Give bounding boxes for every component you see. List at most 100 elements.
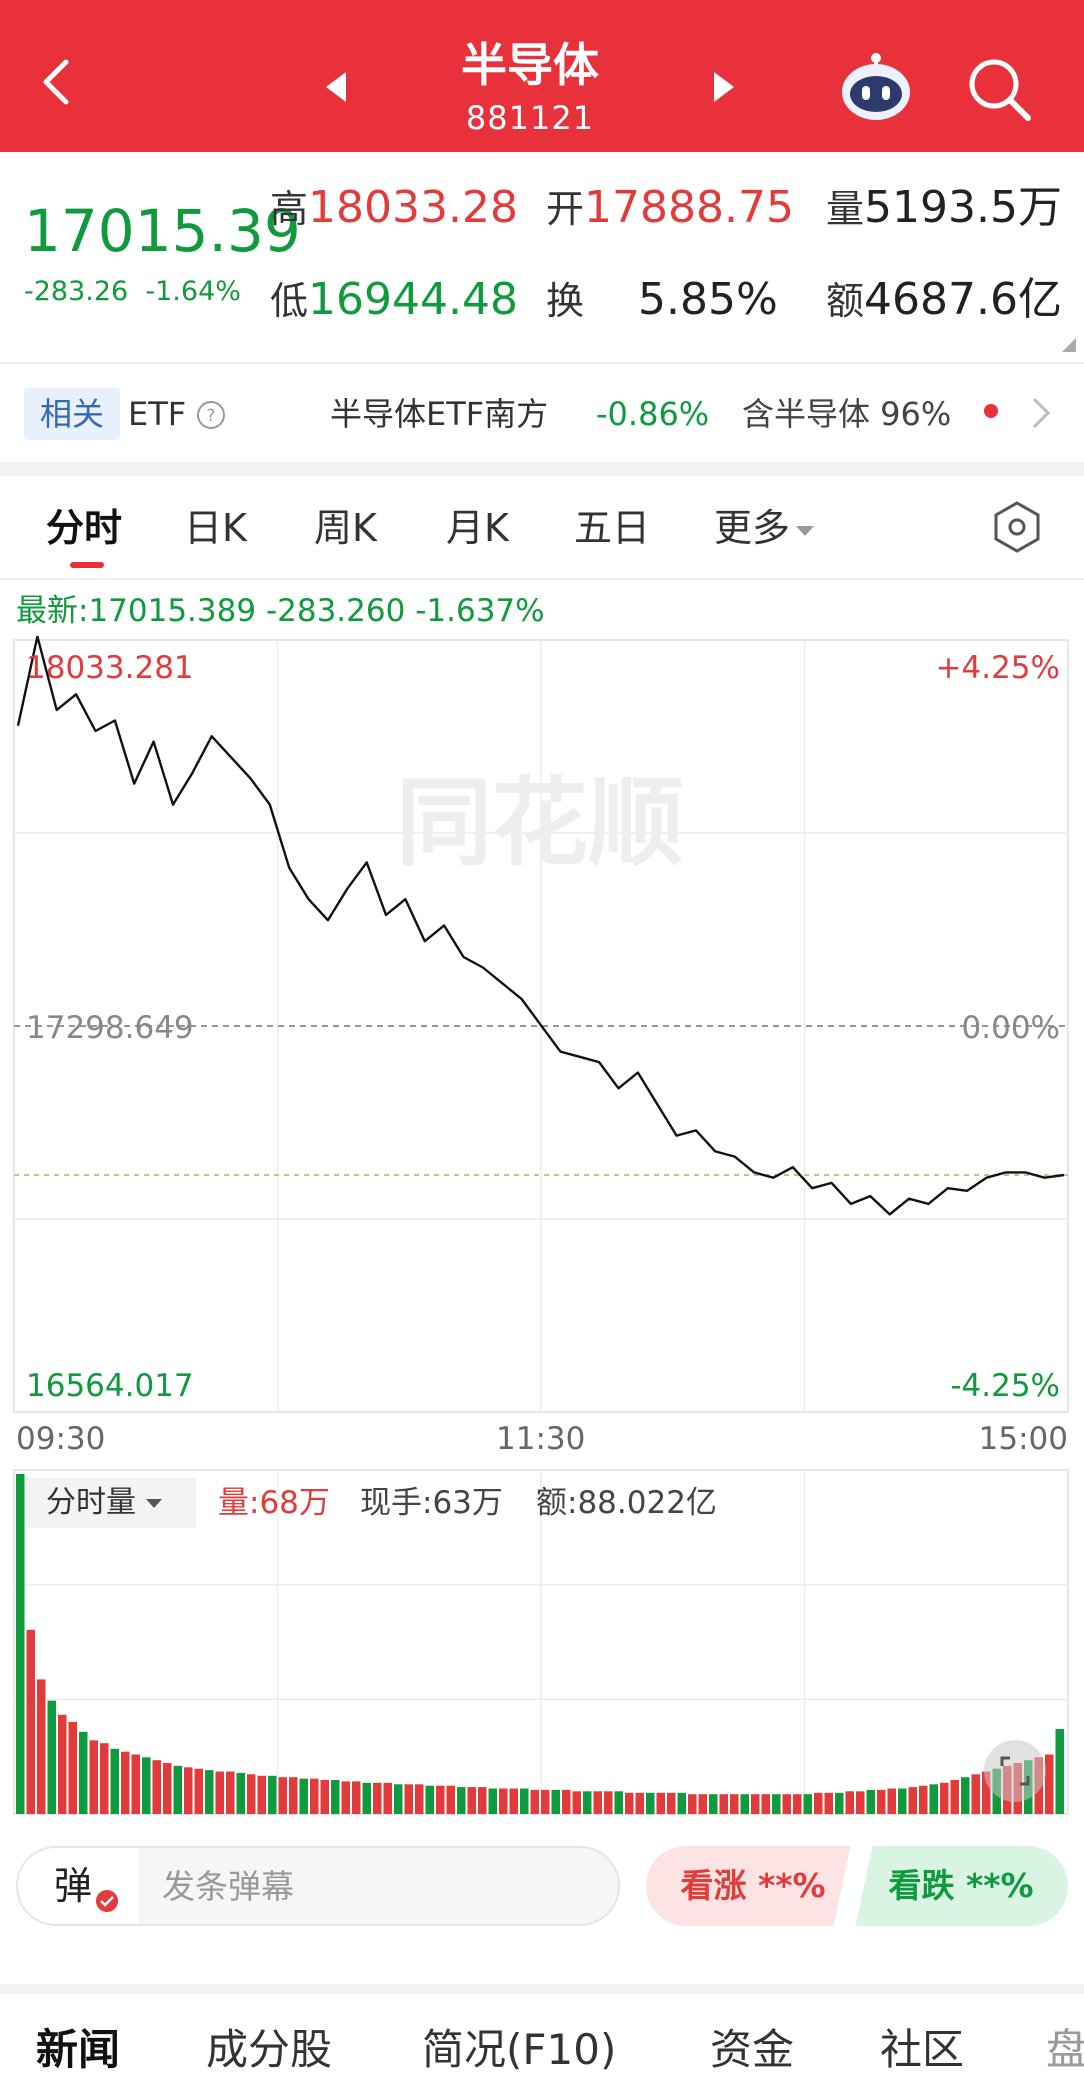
volume-bar bbox=[278, 1777, 287, 1814]
bullish-vote-button[interactable]: 看涨 **% bbox=[646, 1846, 860, 1926]
volume-bar bbox=[530, 1789, 539, 1814]
volume-bar bbox=[362, 1782, 371, 1814]
tab-monthly-k[interactable]: 月K bbox=[446, 500, 509, 556]
volume-bar bbox=[824, 1792, 833, 1815]
volume-bar bbox=[803, 1794, 812, 1814]
current-hand: 现手:63万 bbox=[360, 1485, 503, 1521]
danmaku-input-box: 弹 bbox=[16, 1846, 620, 1926]
volume-bar bbox=[856, 1791, 865, 1814]
volume-bar bbox=[572, 1791, 581, 1814]
volume-bar bbox=[173, 1765, 182, 1814]
tab-more[interactable]: 更多 bbox=[714, 500, 815, 556]
tab-community[interactable]: 社区 bbox=[880, 2020, 964, 2080]
previous-stock-icon[interactable] bbox=[322, 70, 352, 104]
section-divider bbox=[0, 462, 1084, 476]
tab-more-cut[interactable]: 盘 bbox=[1046, 2020, 1084, 2080]
volume-bar bbox=[16, 1474, 25, 1814]
volume-bar bbox=[541, 1789, 550, 1814]
volume-bar bbox=[520, 1788, 529, 1814]
search-icon[interactable] bbox=[966, 56, 1032, 122]
volume-bar bbox=[625, 1792, 634, 1815]
volume-bar bbox=[131, 1754, 140, 1814]
volume-bar bbox=[299, 1778, 308, 1814]
volume-bar bbox=[677, 1792, 686, 1815]
robot-assistant-icon[interactable] bbox=[838, 48, 914, 124]
volume-bar bbox=[247, 1774, 256, 1814]
volume-bar bbox=[698, 1794, 707, 1814]
volume-bar bbox=[961, 1777, 970, 1814]
volume-bar bbox=[971, 1774, 980, 1814]
chevron-right-icon[interactable] bbox=[1030, 396, 1052, 430]
last-price: 17015.39 bbox=[24, 197, 301, 265]
volume-bar bbox=[215, 1771, 224, 1814]
volume-bar bbox=[152, 1760, 161, 1814]
volume-bar bbox=[646, 1792, 655, 1815]
volume-bar bbox=[835, 1792, 844, 1815]
section-divider bbox=[0, 1984, 1084, 1994]
danmaku-toggle[interactable]: 弹 bbox=[18, 1848, 138, 1924]
volume-bar bbox=[331, 1780, 340, 1814]
volume-bar bbox=[898, 1788, 907, 1814]
y-max-label: 18033.281 bbox=[26, 650, 194, 686]
current-volume: 量:68万 bbox=[218, 1485, 330, 1521]
tab-news[interactable]: 新闻 bbox=[36, 2020, 120, 2080]
volume-bar bbox=[509, 1788, 518, 1814]
volume-bar bbox=[121, 1751, 130, 1814]
volume-bar bbox=[950, 1780, 959, 1814]
price-change: -283.26 -1.64% bbox=[24, 274, 241, 310]
volume-bar bbox=[887, 1788, 896, 1814]
active-tab-indicator bbox=[70, 562, 104, 568]
tab-weekly-k[interactable]: 周K bbox=[314, 500, 377, 556]
latest-change: -283.260 bbox=[265, 593, 406, 629]
latest-percent: -1.637% bbox=[415, 593, 545, 629]
volume-bar bbox=[730, 1794, 739, 1814]
time-start-label: 09:30 bbox=[16, 1421, 106, 1457]
tab-five-day[interactable]: 五日 bbox=[574, 500, 650, 556]
volume-bar bbox=[436, 1785, 445, 1814]
back-arrow-icon[interactable] bbox=[34, 58, 82, 106]
open-price: 开17888.75 bbox=[546, 182, 794, 233]
fullscreen-icon[interactable] bbox=[984, 1740, 1046, 1802]
etf-label: ETF bbox=[128, 395, 187, 433]
danmaku-input[interactable] bbox=[162, 1862, 582, 1912]
volume-bar bbox=[341, 1781, 350, 1814]
volume-bar bbox=[940, 1782, 949, 1814]
change-value: -283.26 bbox=[24, 276, 129, 307]
volume: 量5193.5万 bbox=[826, 182, 1062, 233]
volume-bar bbox=[667, 1792, 676, 1815]
tab-funds[interactable]: 资金 bbox=[710, 2020, 794, 2080]
tab-profile-f10[interactable]: 简况(F10) bbox=[422, 2020, 616, 2080]
tab-daily-k[interactable]: 日K bbox=[184, 500, 247, 556]
volume-bar bbox=[142, 1757, 151, 1814]
volume-bar bbox=[793, 1794, 802, 1814]
volume-bar bbox=[772, 1794, 781, 1814]
dropdown-caret-icon bbox=[146, 1499, 162, 1508]
volume-bar bbox=[58, 1714, 67, 1814]
volume-bar bbox=[194, 1768, 203, 1814]
pct-max-label: +4.25% bbox=[935, 650, 1060, 686]
help-icon[interactable]: ? bbox=[196, 400, 226, 430]
turnover-rate: 换 5.85% bbox=[546, 274, 778, 325]
volume-bar bbox=[226, 1771, 235, 1814]
tab-constituents[interactable]: 成分股 bbox=[206, 2020, 332, 2080]
etf-name: 半导体ETF南方 bbox=[330, 395, 549, 433]
volume-bar bbox=[100, 1743, 109, 1814]
next-stock-icon[interactable] bbox=[708, 70, 738, 104]
expand-corner-icon[interactable] bbox=[1062, 338, 1076, 352]
volume-bar bbox=[1055, 1729, 1064, 1814]
volume-bar bbox=[929, 1784, 938, 1814]
volume-indicator-select[interactable]: 分时量 bbox=[26, 1478, 196, 1528]
tab-intraday[interactable]: 分时 bbox=[46, 500, 122, 556]
volume-bar bbox=[1045, 1754, 1054, 1814]
settings-hexagon-icon[interactable] bbox=[990, 500, 1044, 554]
related-etf-row[interactable]: 相关 ETF ? 半导体ETF南方 -0.86% 含半导体 96% bbox=[0, 362, 1084, 462]
volume-bar bbox=[47, 1700, 56, 1814]
volume-bar bbox=[551, 1789, 560, 1814]
volume-bar bbox=[68, 1721, 77, 1814]
change-percent: -1.64% bbox=[145, 276, 241, 307]
latest-price: 最新:17015.389 bbox=[16, 593, 257, 629]
top-navigation-bar: 半导体 881121 bbox=[0, 0, 1084, 152]
y-mid-label: 17298.649 bbox=[26, 1010, 194, 1046]
volume-bar bbox=[814, 1792, 823, 1815]
bearish-vote-button[interactable]: 看跌 **% bbox=[854, 1846, 1068, 1926]
